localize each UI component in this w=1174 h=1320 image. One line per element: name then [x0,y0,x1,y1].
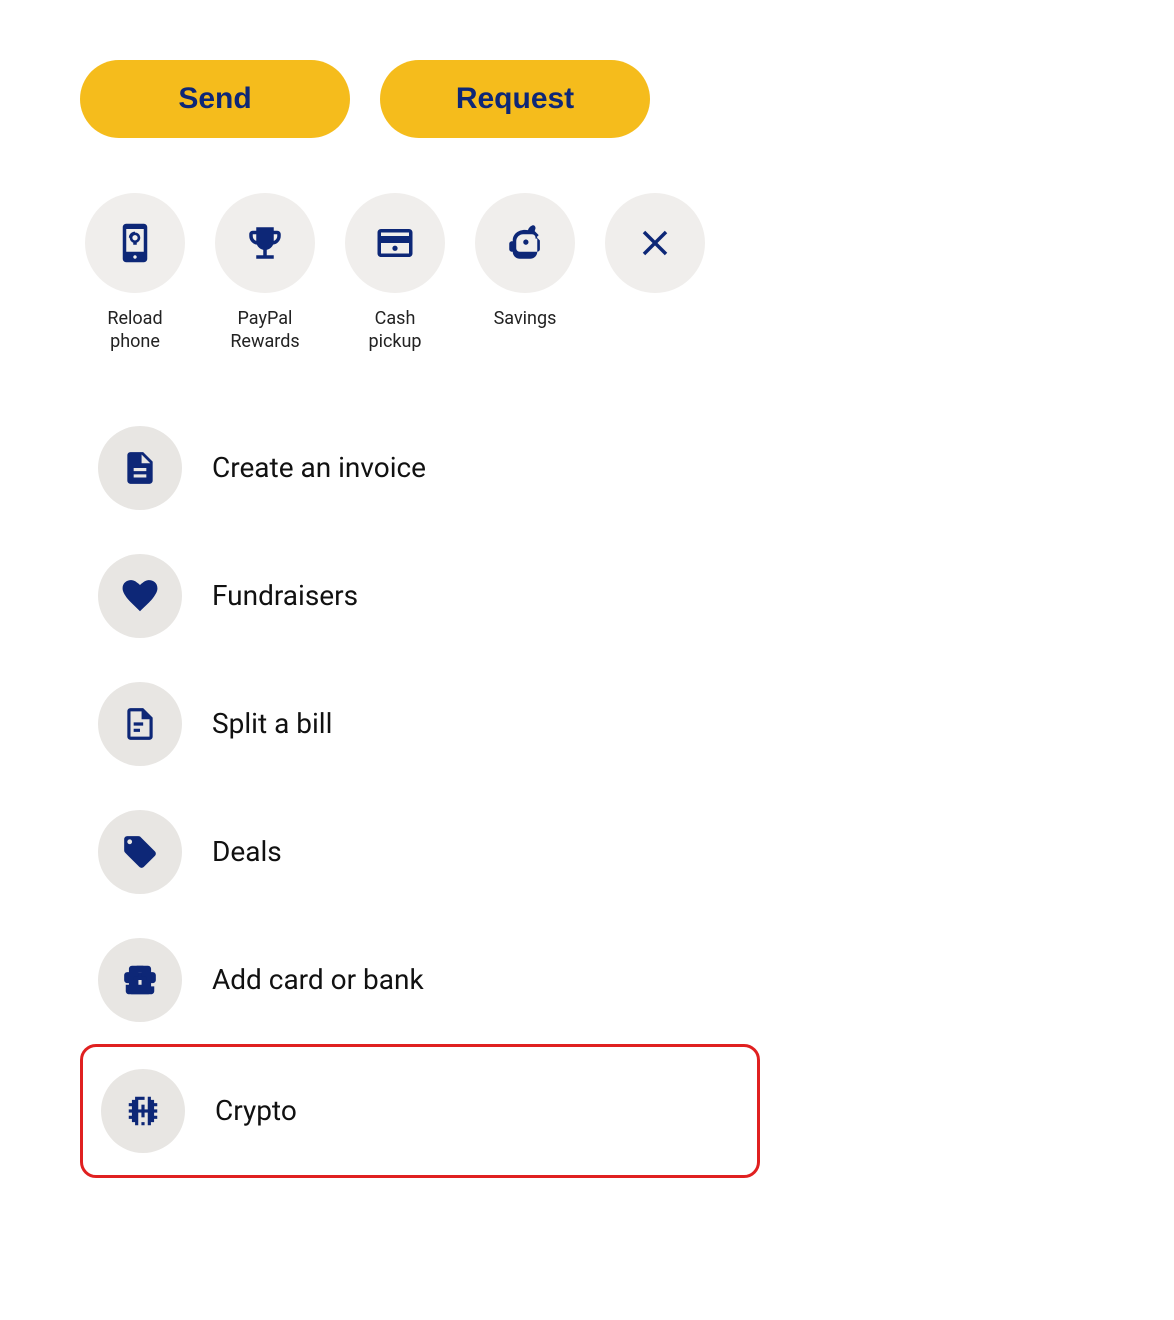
request-button[interactable]: Request [380,60,650,138]
savings-label: Savings [494,307,557,330]
paypal-rewards-label: PayPalRewards [230,307,299,354]
deals-icon-circle [98,810,182,894]
trophy-icon [244,222,286,264]
quick-action-reload-phone[interactable]: Reloadphone [80,193,190,354]
reload-phone-label: Reloadphone [107,307,162,354]
list-items-container: Create an invoice Fundraisers [80,404,760,1178]
main-container: Send Request Reloadphone [60,60,760,1178]
list-item-crypto[interactable]: Crypto [80,1044,760,1178]
add-card-icon [121,961,159,999]
send-button[interactable]: Send [80,60,350,138]
create-invoice-label: Create an invoice [212,451,426,484]
quick-action-savings[interactable]: Savings [470,193,580,330]
cash-pickup-icon [374,222,416,264]
deals-label: Deals [212,835,282,868]
list-item-create-invoice[interactable]: Create an invoice [80,404,760,532]
cash-pickup-circle [345,193,445,293]
crypto-label: Crypto [215,1094,297,1127]
list-item-fundraisers[interactable]: Fundraisers [80,532,760,660]
fundraisers-label: Fundraisers [212,579,358,612]
fundraisers-icon-circle [98,554,182,638]
quick-action-paypal-rewards[interactable]: PayPalRewards [210,193,320,354]
invoice-icon [121,449,159,487]
crypto-icon [124,1092,162,1130]
list-item-deals[interactable]: Deals [80,788,760,916]
list-item-split-bill[interactable]: Split a bill [80,660,760,788]
split-bill-icon [121,705,159,743]
cash-pickup-label: Cashpickup [368,307,421,354]
quick-actions-row: Reloadphone PayPalRewards Cashpickup [80,193,760,354]
savings-circle [475,193,575,293]
crypto-icon-circle [101,1069,185,1153]
paypal-rewards-circle [215,193,315,293]
close-circle [605,193,705,293]
create-invoice-icon-circle [98,426,182,510]
close-icon [634,222,676,264]
split-bill-label: Split a bill [212,707,332,740]
top-buttons-row: Send Request [80,60,760,138]
savings-icon [504,222,546,264]
add-card-bank-label: Add card or bank [212,963,424,996]
list-item-add-card-bank[interactable]: Add card or bank [80,916,760,1044]
quick-action-cash-pickup[interactable]: Cashpickup [340,193,450,354]
reload-phone-icon [114,222,156,264]
deals-icon [121,833,159,871]
split-bill-icon-circle [98,682,182,766]
quick-action-close[interactable] [600,193,710,293]
reload-phone-circle [85,193,185,293]
add-card-icon-circle [98,938,182,1022]
fundraisers-icon [121,577,159,615]
